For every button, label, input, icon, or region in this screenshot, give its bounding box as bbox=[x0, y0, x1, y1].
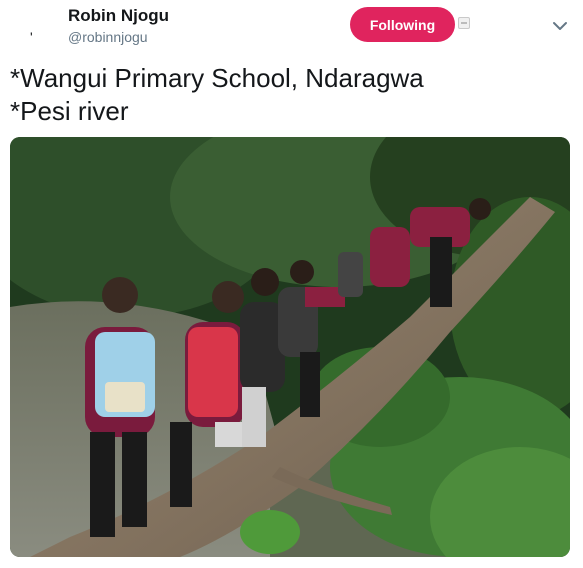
tweet-line: *Wangui Primary School, Ndaragwa bbox=[10, 63, 424, 93]
chevron-down-icon[interactable] bbox=[548, 14, 572, 38]
author-handle[interactable]: @robinnjogu bbox=[68, 29, 148, 45]
mini-badge-icon bbox=[458, 17, 470, 29]
author-name[interactable]: Robin Njogu bbox=[68, 6, 169, 26]
avatar[interactable]: ' bbox=[30, 30, 36, 44]
river-crossing-illustration bbox=[10, 137, 570, 557]
tweet-text: *Wangui Primary School, Ndaragwa *Pesi r… bbox=[10, 62, 570, 128]
following-button[interactable]: Following bbox=[350, 7, 455, 42]
tweet-line: *Pesi river bbox=[10, 96, 129, 126]
tweet-photo[interactable] bbox=[10, 137, 570, 557]
